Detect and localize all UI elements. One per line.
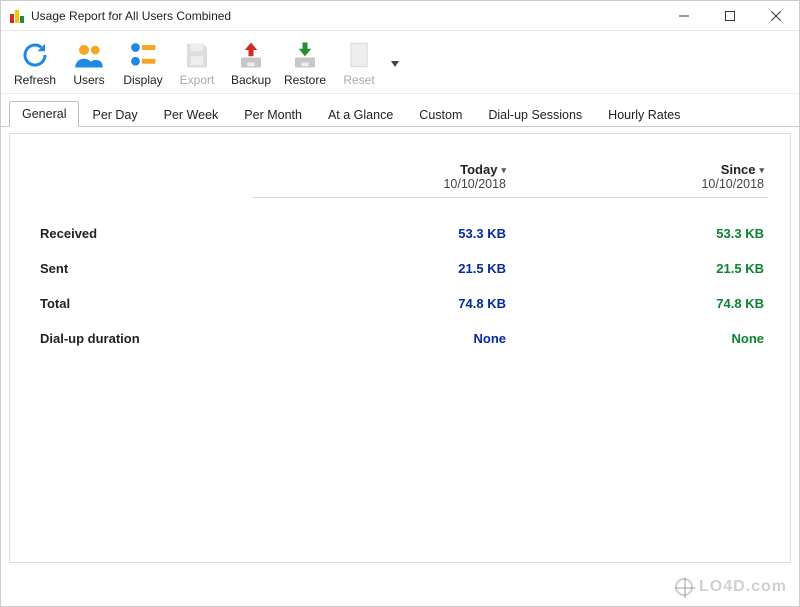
- row-label: Received: [32, 226, 252, 241]
- display-icon: [127, 39, 159, 71]
- reset-button[interactable]: Reset: [335, 37, 383, 89]
- chevron-down-icon: [391, 61, 399, 67]
- tab-at-a-glance[interactable]: At a Glance: [315, 102, 406, 127]
- restore-icon: [289, 39, 321, 71]
- backup-button[interactable]: Backup: [227, 37, 275, 89]
- sent-today-value: 21.5 KB: [252, 261, 510, 276]
- tab-per-month[interactable]: Per Month: [231, 102, 315, 127]
- window-title: Usage Report for All Users Combined: [31, 9, 661, 23]
- close-button[interactable]: [753, 1, 799, 30]
- report-rows: Received 53.3 KB 53.3 KB Sent 21.5 KB 21…: [32, 216, 768, 356]
- row-label: Sent: [32, 261, 252, 276]
- tab-label: Per Month: [244, 108, 302, 122]
- received-today-value: 53.3 KB: [252, 226, 510, 241]
- since-header-label: Since: [721, 162, 756, 177]
- dialup-today-value: None: [252, 331, 510, 346]
- globe-icon: [675, 578, 693, 596]
- today-header-label: Today: [460, 162, 497, 177]
- dropdown-icon: ▾: [759, 165, 764, 176]
- row-dialup-duration: Dial-up duration None None: [32, 321, 768, 356]
- export-label: Export: [180, 73, 215, 87]
- app-icon: [9, 8, 25, 24]
- column-headers: Today▾ 10/10/2018 Since▾ 10/10/2018: [32, 162, 768, 198]
- tab-label: Per Week: [164, 108, 219, 122]
- tab-per-week[interactable]: Per Week: [151, 102, 232, 127]
- tab-dialup-sessions[interactable]: Dial-up Sessions: [475, 102, 595, 127]
- tab-label: At a Glance: [328, 108, 393, 122]
- backup-label: Backup: [231, 73, 271, 87]
- header-divider: [252, 197, 768, 198]
- users-button[interactable]: Users: [65, 37, 113, 89]
- restore-button[interactable]: Restore: [281, 37, 329, 89]
- tab-label: Dial-up Sessions: [488, 108, 582, 122]
- tab-custom[interactable]: Custom: [406, 102, 475, 127]
- tab-label: Per Day: [92, 108, 137, 122]
- since-header-date: 10/10/2018: [510, 177, 764, 191]
- refresh-label: Refresh: [14, 73, 56, 87]
- tab-label: Custom: [419, 108, 462, 122]
- total-since-value: 74.8 KB: [510, 296, 768, 311]
- today-header-date: 10/10/2018: [252, 177, 506, 191]
- row-total: Total 74.8 KB 74.8 KB: [32, 286, 768, 321]
- backup-icon: [235, 39, 267, 71]
- row-label: Dial-up duration: [32, 331, 252, 346]
- refresh-icon: [19, 39, 51, 71]
- reset-label: Reset: [343, 73, 374, 87]
- report-panel: Today▾ 10/10/2018 Since▾ 10/10/2018 Rece…: [9, 133, 791, 563]
- toolbar: Refresh Users Display Export: [1, 31, 799, 94]
- total-today-value: 74.8 KB: [252, 296, 510, 311]
- since-column-header[interactable]: Since▾ 10/10/2018: [510, 162, 768, 191]
- watermark-text: LO4D.com: [699, 578, 787, 596]
- reset-icon: [343, 39, 375, 71]
- maximize-button[interactable]: [707, 1, 753, 30]
- received-since-value: 53.3 KB: [510, 226, 768, 241]
- export-button[interactable]: Export: [173, 37, 221, 89]
- display-button[interactable]: Display: [119, 37, 167, 89]
- users-icon: [73, 39, 105, 71]
- tab-label: General: [22, 107, 66, 121]
- watermark: LO4D.com: [675, 578, 787, 596]
- dialup-since-value: None: [510, 331, 768, 346]
- row-sent: Sent 21.5 KB 21.5 KB: [32, 251, 768, 286]
- tabstrip: General Per Day Per Week Per Month At a …: [1, 94, 799, 127]
- restore-label: Restore: [284, 73, 326, 87]
- titlebar: Usage Report for All Users Combined: [1, 1, 799, 31]
- tab-label: Hourly Rates: [608, 108, 680, 122]
- dropdown-icon: ▾: [501, 165, 506, 176]
- minimize-button[interactable]: [661, 1, 707, 30]
- export-icon: [181, 39, 213, 71]
- row-label: Total: [32, 296, 252, 311]
- display-label: Display: [123, 73, 162, 87]
- report-table: Today▾ 10/10/2018 Since▾ 10/10/2018 Rece…: [32, 162, 768, 356]
- tab-per-day[interactable]: Per Day: [79, 102, 150, 127]
- refresh-button[interactable]: Refresh: [11, 37, 59, 89]
- toolbar-overflow[interactable]: [389, 37, 399, 67]
- row-received: Received 53.3 KB 53.3 KB: [32, 216, 768, 251]
- sent-since-value: 21.5 KB: [510, 261, 768, 276]
- users-label: Users: [73, 73, 104, 87]
- tab-general[interactable]: General: [9, 101, 79, 127]
- window-controls: [661, 1, 799, 30]
- today-column-header[interactable]: Today ▾ 10/10/2018: [252, 162, 510, 191]
- tab-hourly-rates[interactable]: Hourly Rates: [595, 102, 693, 127]
